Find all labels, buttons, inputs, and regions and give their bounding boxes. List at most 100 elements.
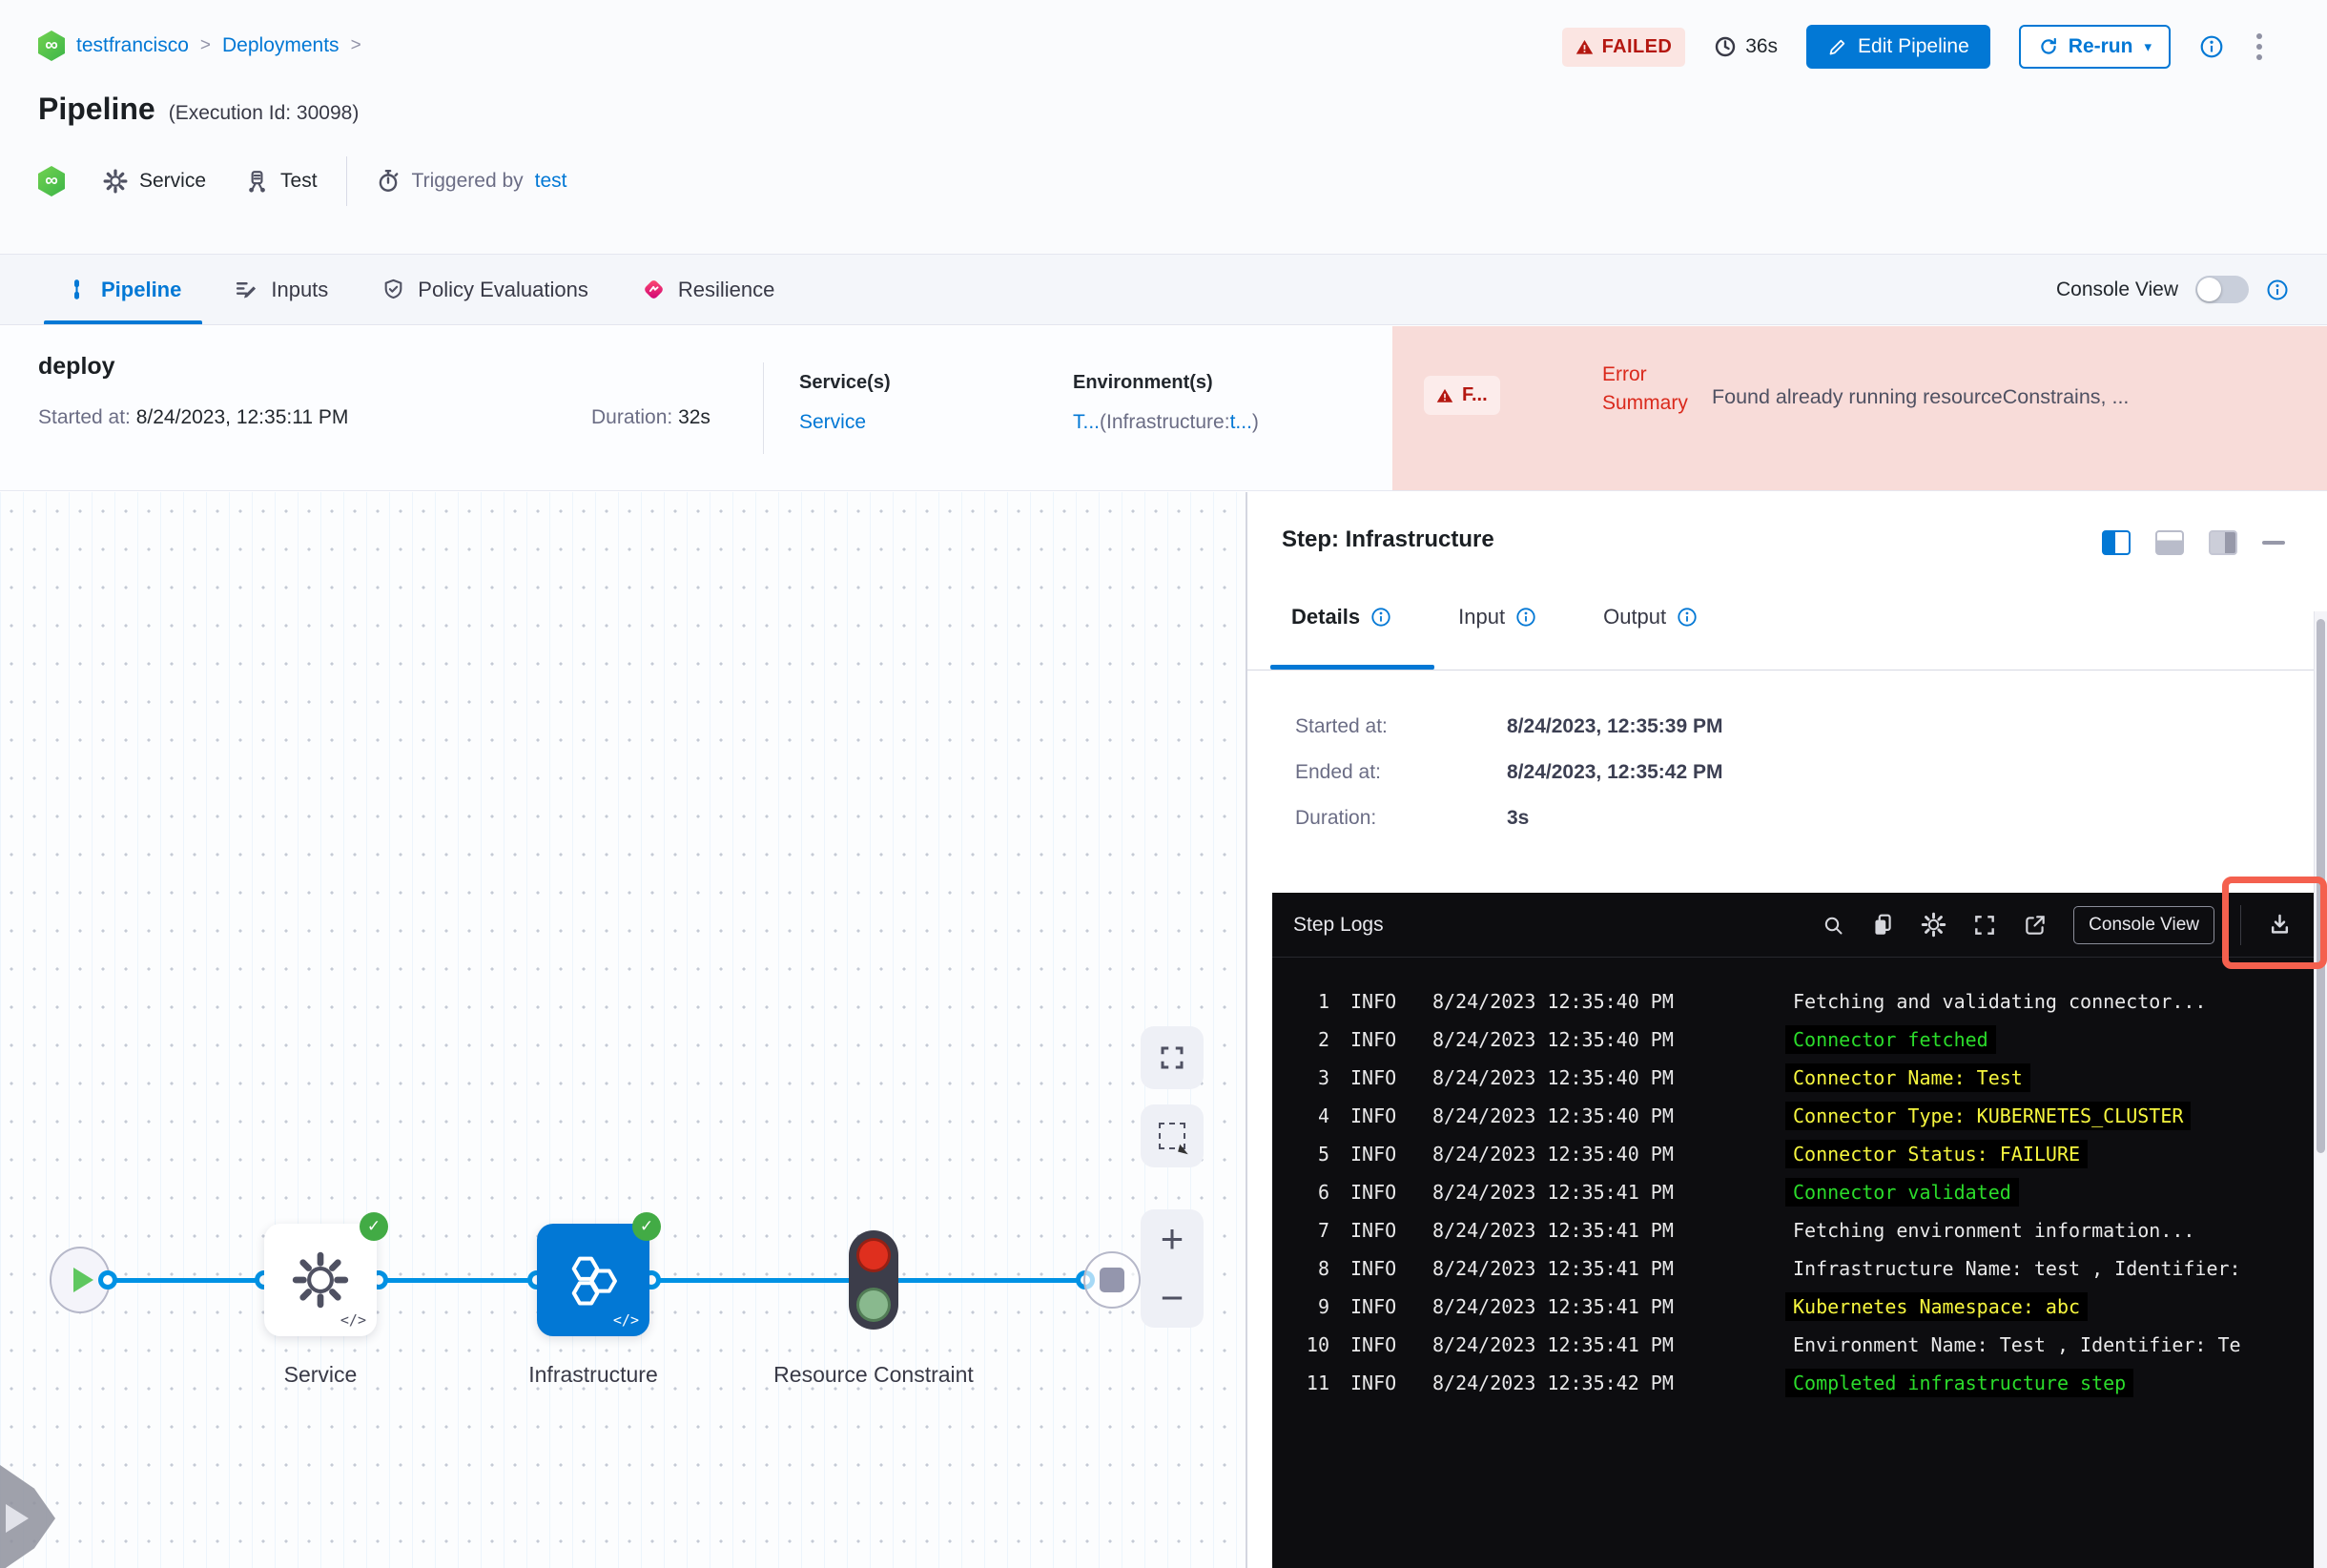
info-icon[interactable] — [1677, 607, 1698, 628]
trigger-user-link[interactable]: test — [535, 170, 567, 193]
failed-short-label: F... — [1462, 384, 1488, 405]
service-step-node[interactable]: ✓ </> — [264, 1212, 388, 1336]
stage-duration-label: Duration: — [591, 406, 673, 428]
log-line-number: 3 — [1317, 1066, 1329, 1089]
log-timestamp: 8/24/2023 12:35:40 PM — [1432, 1066, 1674, 1089]
log-line-number: 11 — [1306, 1372, 1329, 1394]
rerun-button[interactable]: Re-run ▾ — [2018, 25, 2171, 69]
log-timestamp: 8/24/2023 12:35:41 PM — [1432, 1219, 1674, 1242]
log-row: 1 INFO 8/24/2023 12:35:40 PM Fetching an… — [1272, 982, 2314, 1021]
layout-split-bottom-button[interactable] — [2155, 530, 2184, 555]
panel-scrollbar — [2314, 611, 2327, 1568]
left-drawer-expand-handle[interactable] — [0, 1465, 55, 1568]
tab-pipeline-label: Pipeline — [101, 277, 182, 301]
detail-ended-label: Ended at: — [1295, 761, 1381, 783]
log-message: Completed infrastructure step — [1785, 1369, 2134, 1397]
scrollbar-thumb[interactable] — [2317, 619, 2325, 1153]
panel-minimize-button[interactable] — [2262, 541, 2285, 545]
tab-input[interactable]: Input — [1458, 605, 1536, 629]
environment-meta[interactable]: Test — [244, 169, 318, 194]
view-tabbar: Pipeline Inputs Policy Evaluations Resil… — [0, 254, 2327, 325]
service-meta-label: Service — [139, 170, 207, 192]
canvas-marquee-select-button[interactable] — [1141, 1104, 1204, 1167]
tab-policy-evaluations[interactable]: Policy Evaluations — [355, 255, 615, 324]
stage-duration-value: 32s — [678, 406, 710, 428]
log-line-number: 1 — [1317, 990, 1329, 1013]
edit-pipeline-button[interactable]: Edit Pipeline — [1806, 25, 1990, 69]
meta-divider — [345, 156, 347, 206]
console-view-toggle[interactable] — [2195, 276, 2249, 303]
breadcrumb-deployments-link[interactable]: Deployments — [222, 34, 340, 57]
tab-output[interactable]: Output — [1603, 605, 1698, 629]
download-icon[interactable] — [2267, 912, 2293, 938]
log-timestamp: 8/24/2023 12:35:40 PM — [1432, 990, 1674, 1013]
tab-pipeline[interactable]: Pipeline — [38, 255, 208, 324]
canvas-zoom-panel: + − — [1141, 1209, 1204, 1328]
tab-details[interactable]: Details — [1291, 605, 1391, 629]
log-level: INFO — [1350, 1066, 1397, 1089]
status-badge: FAILED — [1561, 27, 1686, 67]
zoom-in-button[interactable]: + — [1141, 1209, 1204, 1269]
copy-icon[interactable] — [1870, 913, 1895, 938]
view-tabs: Pipeline Inputs Policy Evaluations Resil… — [38, 255, 801, 324]
pipeline-meta-row: ∞ Service Test Triggered by test — [38, 156, 567, 206]
info-icon[interactable] — [1370, 607, 1391, 628]
log-message: Connector fetched — [1785, 1025, 1996, 1054]
graph-edge — [896, 1278, 1085, 1283]
env-paren-open: (Infrastructure: — [1100, 411, 1230, 433]
toolbar-divider — [2240, 904, 2241, 945]
resilience-chaos-icon — [645, 280, 663, 299]
more-options-menu[interactable] — [2253, 30, 2266, 64]
tab-inputs[interactable]: Inputs — [208, 255, 355, 324]
step-logs-body[interactable]: 1 INFO 8/24/2023 12:35:40 PM Fetching an… — [1272, 958, 2314, 1402]
tab-inputs-label: Inputs — [271, 277, 329, 301]
tab-resilience[interactable]: Resilience — [615, 255, 802, 324]
log-row: 6 INFO 8/24/2023 12:35:41 PM Connector v… — [1272, 1173, 2314, 1211]
layout-panel-right-button[interactable] — [2209, 530, 2237, 555]
environment-meta-label: Test — [280, 170, 318, 192]
detail-started-label: Started at: — [1295, 715, 1388, 737]
fullscreen-icon[interactable] — [1972, 913, 1997, 938]
service-link[interactable]: Service — [799, 411, 866, 433]
infrastructure-step-node[interactable]: ✓ </> — [537, 1212, 661, 1336]
log-line-number: 10 — [1306, 1333, 1329, 1356]
log-row: 9 INFO 8/24/2023 12:35:41 PM Kubernetes … — [1272, 1288, 2314, 1326]
infrastructure-link[interactable]: t... — [1230, 411, 1252, 433]
log-level: INFO — [1350, 1028, 1397, 1051]
stage-divider — [763, 362, 764, 454]
refresh-icon — [2041, 37, 2056, 54]
log-timestamp: 8/24/2023 12:35:41 PM — [1432, 1257, 1674, 1280]
info-icon[interactable] — [1515, 607, 1536, 628]
gear-icon[interactable] — [1921, 912, 1946, 938]
tab-policy-evaluations-label: Policy Evaluations — [418, 277, 588, 301]
stage-duration: Duration: 32s — [591, 406, 710, 429]
console-view-button[interactable]: Console View — [2073, 905, 2214, 944]
canvas-fullscreen-button[interactable] — [1141, 1026, 1204, 1089]
edge-connector-dot — [98, 1270, 117, 1289]
detail-ended-value: 8/24/2023, 12:35:42 PM — [1507, 761, 1723, 783]
page-title: Pipeline — [38, 92, 155, 126]
graph-end-node[interactable] — [1083, 1251, 1141, 1309]
gear-icon — [103, 169, 128, 194]
zoom-out-button[interactable]: − — [1141, 1269, 1204, 1328]
stage-name[interactable]: deploy — [38, 353, 115, 381]
log-line-number: 5 — [1317, 1143, 1329, 1166]
log-timestamp: 8/24/2023 12:35:41 PM — [1432, 1181, 1674, 1204]
status-badge-label: FAILED — [1601, 35, 1673, 57]
log-row: 2 INFO 8/24/2023 12:35:40 PM Connector f… — [1272, 1021, 2314, 1059]
fullscreen-icon — [1161, 1046, 1184, 1069]
pipeline-graph-canvas[interactable]: ✓ </> Service ✓ </> Infrastructure Resou… — [0, 492, 1246, 1568]
marquee-select-icon — [1159, 1123, 1185, 1149]
info-icon[interactable] — [2266, 279, 2289, 301]
breadcrumb-project-link[interactable]: testfrancisco — [76, 34, 189, 57]
log-line-number: 8 — [1317, 1257, 1329, 1280]
open-in-new-icon[interactable] — [2023, 913, 2048, 938]
search-icon[interactable] — [1822, 914, 1844, 937]
service-meta[interactable]: Service — [103, 169, 206, 194]
environment-link[interactable]: T... — [1073, 411, 1100, 433]
detail-started-row: Started at: 8/24/2023, 12:35:39 PM — [1295, 715, 1723, 738]
layout-split-left-button[interactable] — [2102, 530, 2131, 555]
stage-started-at: Started at: 8/24/2023, 12:35:11 PM — [38, 406, 348, 429]
resource-constraint-node[interactable] — [849, 1230, 898, 1330]
info-icon[interactable] — [2199, 34, 2224, 59]
